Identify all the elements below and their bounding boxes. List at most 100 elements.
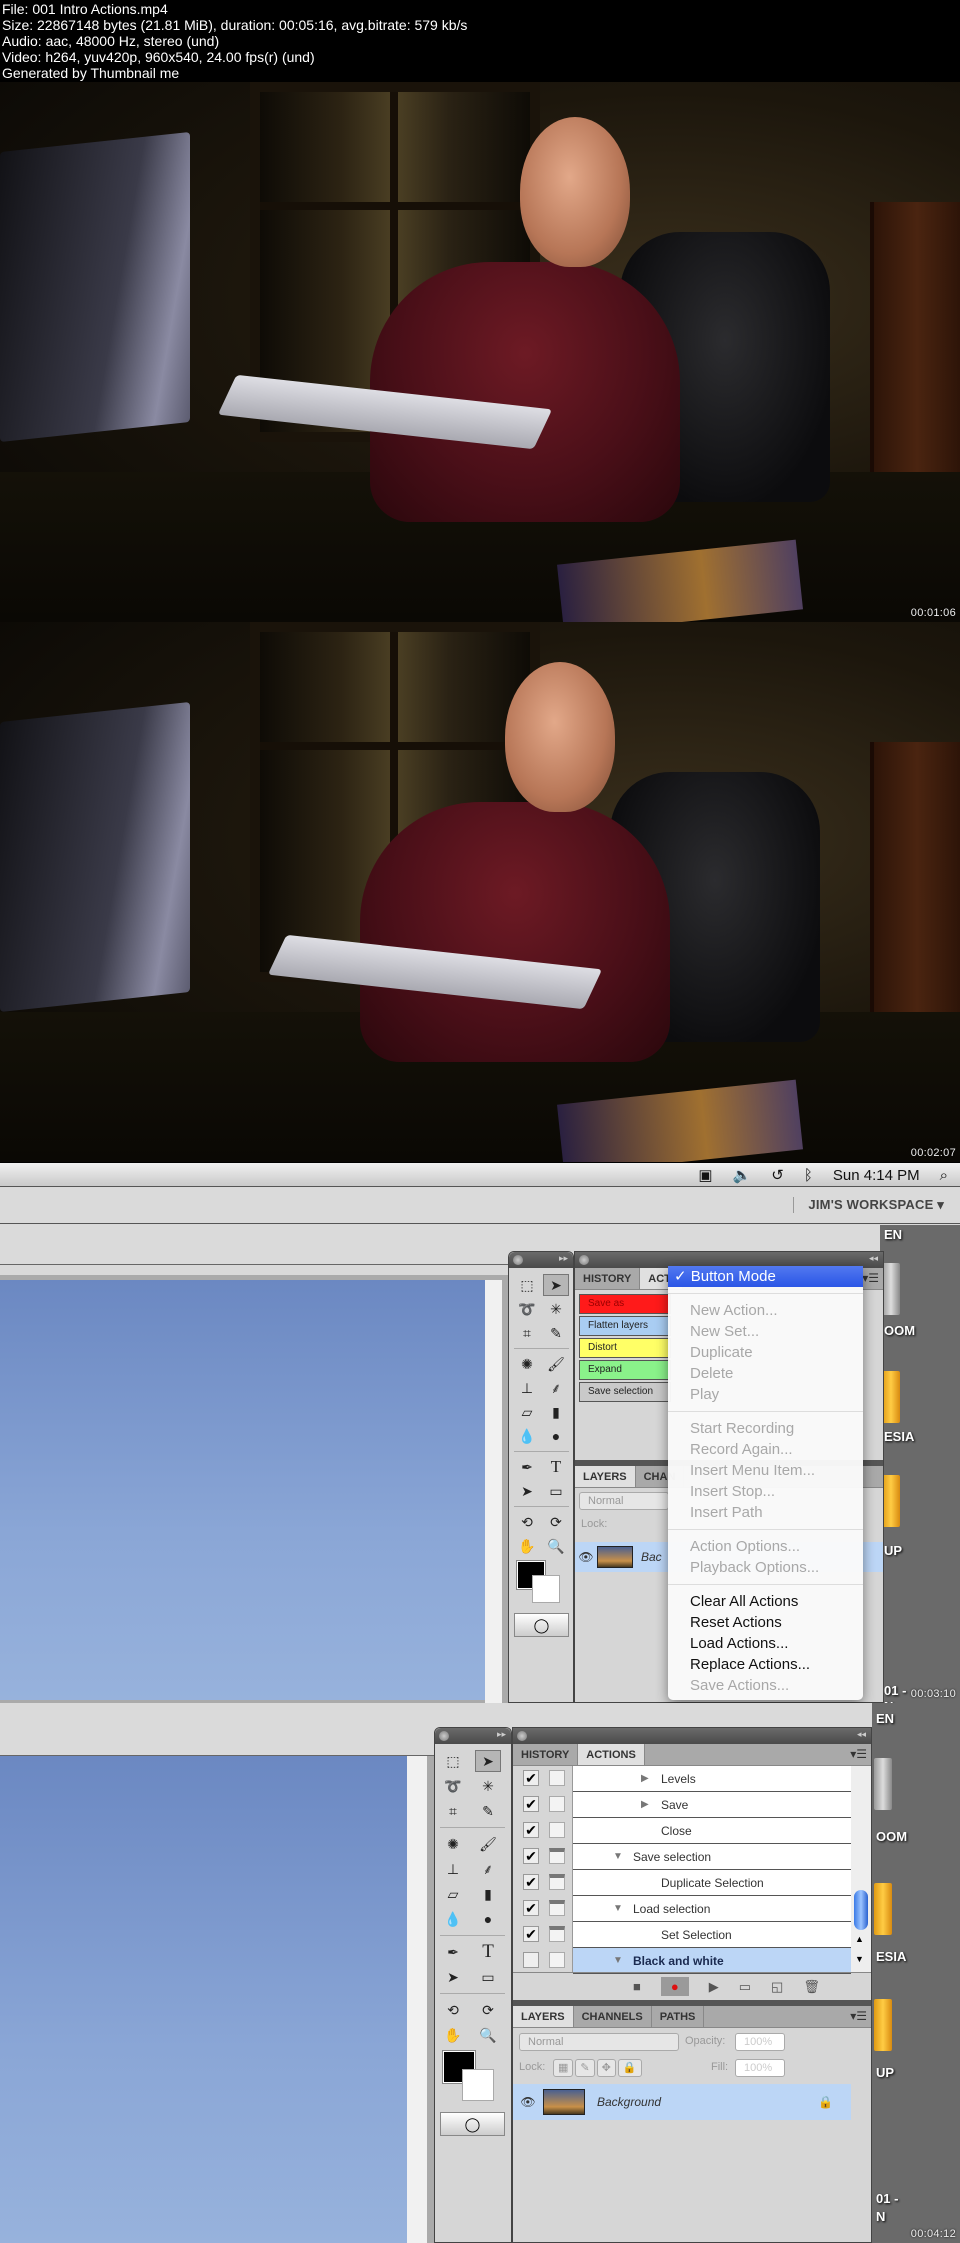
tab-history[interactable]: HISTORY: [575, 1268, 641, 1289]
record-icon[interactable]: ●: [660, 1977, 689, 1996]
action-row[interactable]: Set Selection: [573, 1922, 851, 1948]
menu-item[interactable]: Replace Actions...: [668, 1654, 863, 1675]
lock-transparency-icon[interactable]: ▦: [553, 2059, 574, 2077]
opacity-input[interactable]: 100%: [735, 2033, 785, 2051]
menu-item[interactable]: Clear All Actions: [668, 1591, 863, 1612]
lasso-tool-icon[interactable]: ➰: [514, 1298, 540, 1320]
tab-history[interactable]: HISTORY: [513, 1744, 579, 1765]
eyedropper-icon[interactable]: ✎: [543, 1322, 569, 1344]
action-button[interactable]: Distort: [579, 1338, 671, 1358]
time-machine-icon[interactable]: ↺: [771, 1166, 784, 1184]
external-drive-icon[interactable]: [882, 1371, 900, 1423]
stop-icon[interactable]: ■: [633, 1979, 641, 1994]
blend-mode-select[interactable]: Normal: [579, 1492, 669, 1510]
external-drive-icon[interactable]: [874, 1883, 892, 1935]
menu-item[interactable]: Record Again...: [668, 1439, 863, 1460]
toggle-checkbox[interactable]: ✔: [523, 1900, 539, 1916]
eye-icon[interactable]: 👁: [513, 2095, 543, 2109]
dialog-toggle-icon[interactable]: [549, 1952, 565, 1968]
brush-tool-icon[interactable]: 🖌: [475, 1833, 501, 1855]
tab-paths[interactable]: PATHS: [652, 2006, 705, 2027]
eraser-icon[interactable]: ▱: [440, 1883, 466, 1905]
close-icon[interactable]: [439, 1731, 449, 1741]
move-tool-icon[interactable]: ➤: [543, 1274, 569, 1296]
hand-tool-icon[interactable]: ✋: [514, 1535, 540, 1557]
collapse-icon[interactable]: ▼: [613, 1851, 623, 1862]
dialog-toggle-icon[interactable]: [549, 1822, 565, 1838]
dialog-toggle-icon[interactable]: [549, 1926, 565, 1942]
menu-item[interactable]: Insert Path: [668, 1502, 863, 1523]
image-canvas[interactable]: [0, 1756, 407, 2243]
layer-row[interactable]: 👁 Background 🔒: [513, 2084, 851, 2120]
toggle-checkbox[interactable]: ✔: [523, 1770, 539, 1786]
action-row[interactable]: Load selection ▼: [573, 1896, 851, 1922]
magic-wand-icon[interactable]: ✳: [543, 1298, 569, 1320]
scroll-down-icon[interactable]: ▼: [855, 1954, 864, 1964]
path-selection-icon[interactable]: ➤: [514, 1480, 540, 1502]
crop-tool-icon[interactable]: ⌗: [440, 1800, 466, 1822]
menu-item[interactable]: Reset Actions: [668, 1612, 863, 1633]
expand-icon[interactable]: ▶: [641, 1773, 649, 1784]
tab-layers[interactable]: LAYERS: [513, 2006, 574, 2027]
panel-menu-icon[interactable]: ▾☰: [850, 2009, 867, 2023]
toggle-checkbox[interactable]: ✔: [523, 1822, 539, 1838]
lasso-tool-icon[interactable]: ➰: [440, 1775, 466, 1797]
dialog-toggle-icon[interactable]: [549, 1900, 565, 1916]
volume-icon[interactable]: 🔈: [733, 1166, 752, 1184]
pen-tool-icon[interactable]: ✒: [440, 1941, 466, 1963]
action-button[interactable]: Save as: [579, 1294, 671, 1314]
collapse-icon[interactable]: ▼: [613, 1955, 623, 1966]
3d-rotate-icon[interactable]: ⟲: [514, 1511, 540, 1533]
path-selection-icon[interactable]: ➤: [440, 1966, 466, 1988]
spotlight-icon[interactable]: ⌕: [940, 1167, 948, 1184]
action-row[interactable]: Close: [573, 1818, 851, 1844]
menu-item-save-actions[interactable]: Save Actions...: [668, 1675, 863, 1696]
blur-tool-icon[interactable]: 💧: [514, 1425, 540, 1447]
toggle-checkbox[interactable]: ✔: [523, 1796, 539, 1812]
menu-item[interactable]: New Set...: [668, 1321, 863, 1342]
hard-drive-icon[interactable]: [882, 1263, 900, 1315]
lock-position-icon[interactable]: ✥: [596, 2059, 616, 2077]
camera-icon[interactable]: ▣: [698, 1166, 712, 1184]
tab-layers[interactable]: LAYERS: [575, 1466, 636, 1487]
new-set-icon[interactable]: ▭: [739, 1979, 751, 1995]
dodge-tool-icon[interactable]: ●: [475, 1908, 501, 1930]
history-brush-icon[interactable]: ⸙: [475, 1858, 501, 1880]
type-tool-icon[interactable]: T: [543, 1456, 569, 1478]
stamp-tool-icon[interactable]: ⊥: [440, 1858, 466, 1880]
menu-item[interactable]: Playback Options...: [668, 1557, 863, 1578]
action-row[interactable]: Levels ▶: [573, 1766, 851, 1792]
menu-item[interactable]: Duplicate: [668, 1342, 863, 1363]
collapse-icon[interactable]: ◂◂: [857, 1729, 866, 1740]
color-swatches[interactable]: [440, 2049, 505, 2109]
color-swatches[interactable]: [514, 1559, 569, 1611]
marquee-tool-icon[interactable]: ⬚: [440, 1750, 466, 1772]
delete-icon[interactable]: 🗑: [803, 1979, 820, 1995]
pen-tool-icon[interactable]: ✒: [514, 1456, 540, 1478]
bluetooth-icon[interactable]: ᛒ: [804, 1167, 813, 1184]
history-brush-icon[interactable]: ⸙: [543, 1377, 569, 1399]
type-tool-icon[interactable]: T: [475, 1941, 501, 1963]
menubar-clock[interactable]: Sun 4:14 PM: [833, 1167, 920, 1184]
toggle-checkbox[interactable]: ✔: [523, 1926, 539, 1942]
toggle-checkbox[interactable]: ✔: [523, 1848, 539, 1864]
stamp-tool-icon[interactable]: ⊥: [514, 1377, 540, 1399]
menu-item-button-mode[interactable]: ✓ Button Mode: [668, 1266, 863, 1287]
menu-item[interactable]: Play: [668, 1384, 863, 1405]
gradient-icon[interactable]: ▮: [543, 1401, 569, 1423]
tab-channels[interactable]: CHANNELS: [574, 2006, 652, 2027]
magic-wand-icon[interactable]: ✳: [475, 1775, 501, 1797]
dialog-toggle-icon[interactable]: [549, 1796, 565, 1812]
shape-tool-icon[interactable]: ▭: [543, 1480, 569, 1502]
menu-item[interactable]: Load Actions...: [668, 1633, 863, 1654]
action-button[interactable]: Save selection: [579, 1382, 671, 1402]
close-icon[interactable]: [517, 1731, 527, 1741]
eyedropper-icon[interactable]: ✎: [475, 1800, 501, 1822]
eye-icon[interactable]: 👁: [575, 1550, 597, 1564]
3d-rotate-icon[interactable]: ⟲: [440, 1999, 466, 2021]
scrollbar-thumb[interactable]: [854, 1890, 868, 1930]
menu-item[interactable]: Insert Menu Item...: [668, 1460, 863, 1481]
panel-menu-icon[interactable]: ▾☰: [850, 1747, 867, 1761]
lock-all-icon[interactable]: 🔒: [617, 2059, 642, 2077]
blur-tool-icon[interactable]: 💧: [440, 1908, 466, 1930]
